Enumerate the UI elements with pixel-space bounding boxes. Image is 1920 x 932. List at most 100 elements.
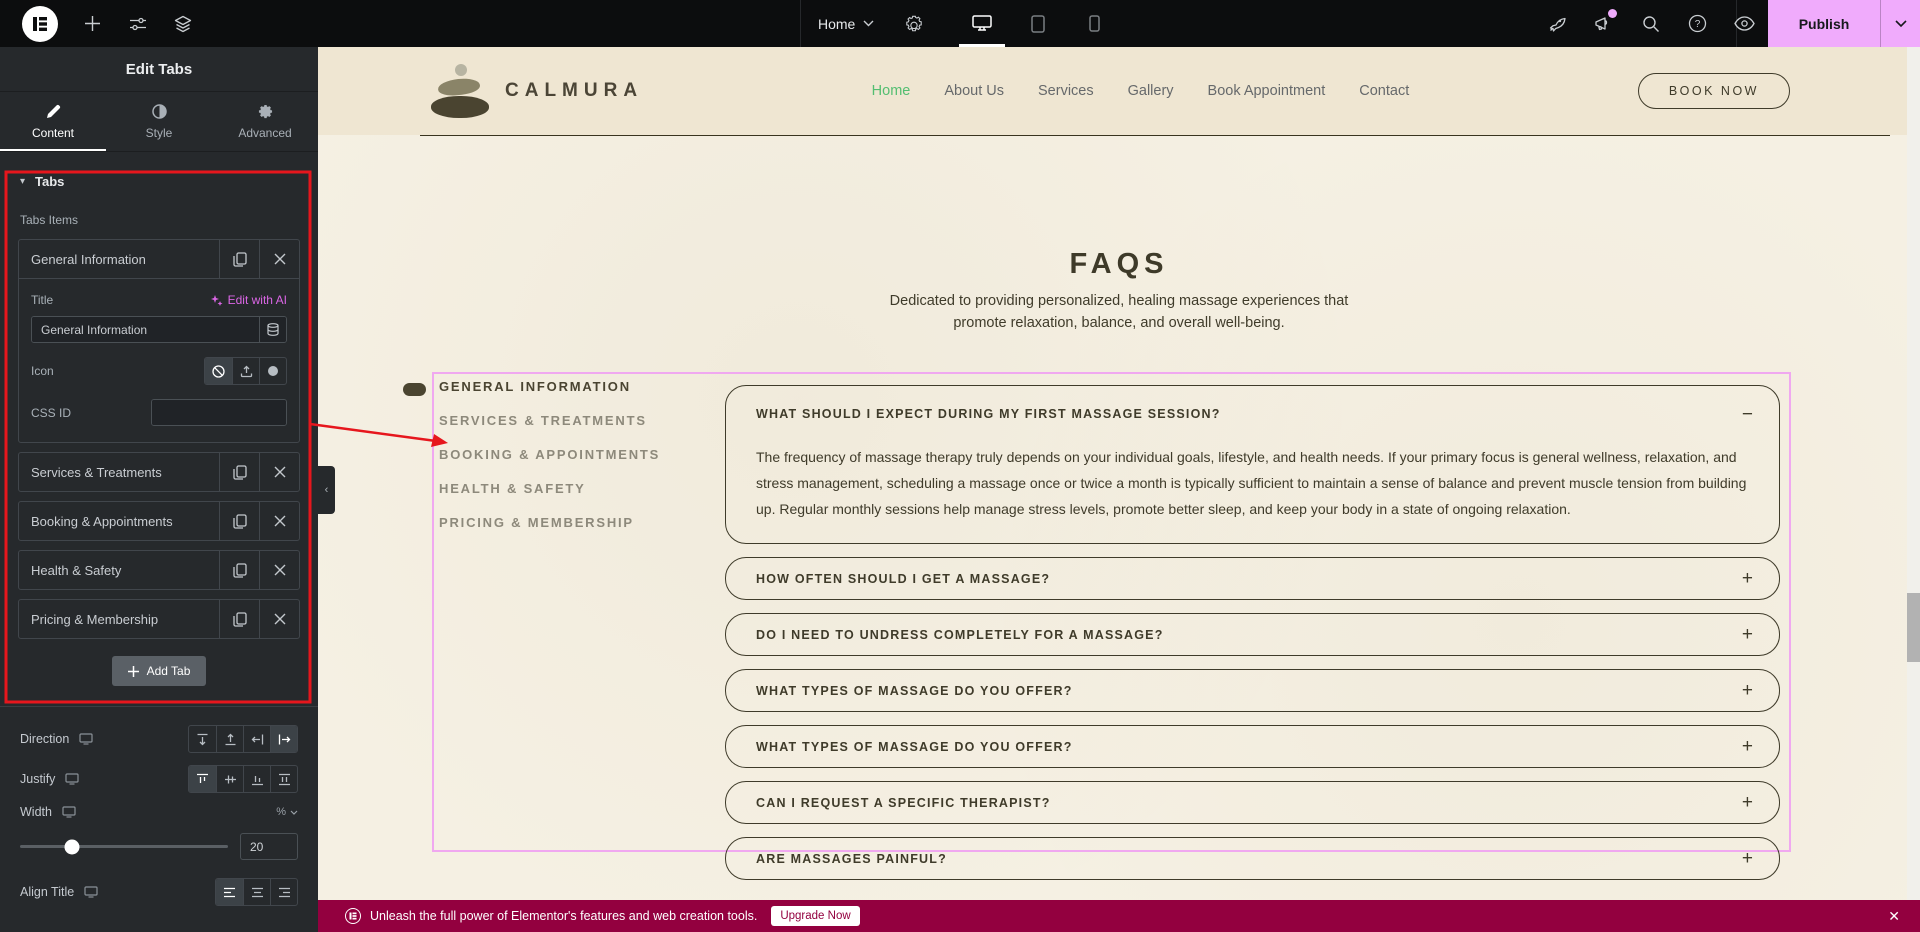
faq-question-row[interactable]: HOW OFTEN SHOULD I GET A MASSAGE? +: [726, 558, 1779, 599]
canvas-scrollbar-thumb[interactable]: [1907, 593, 1920, 662]
align-left-button[interactable]: [216, 879, 243, 905]
direction-left-button[interactable]: [270, 726, 297, 752]
device-mobile-button[interactable]: [1066, 0, 1122, 47]
duplicate-item-button[interactable]: [219, 551, 259, 589]
plus-icon[interactable]: +: [1742, 681, 1753, 700]
tab-content[interactable]: Content: [0, 92, 106, 151]
duplicate-item-button[interactable]: [219, 453, 259, 491]
faq-tab-services-treatments[interactable]: SERVICES & TREATMENTS: [439, 413, 660, 428]
width-slider[interactable]: [20, 839, 228, 854]
plus-icon[interactable]: +: [1742, 569, 1753, 588]
nav-gallery[interactable]: Gallery: [1128, 83, 1174, 99]
remove-item-button[interactable]: [259, 453, 299, 491]
duplicate-item-button[interactable]: [219, 240, 259, 278]
nav-about-us[interactable]: About Us: [944, 83, 1004, 99]
checklist-button[interactable]: [1533, 0, 1580, 47]
duplicate-item-button[interactable]: [219, 600, 259, 638]
database-icon: [267, 323, 279, 336]
icon-none-button[interactable]: [205, 358, 232, 384]
remove-item-button[interactable]: [259, 600, 299, 638]
width-unit-select[interactable]: %: [276, 806, 298, 818]
publish-options-button[interactable]: [1880, 0, 1920, 47]
repeater-item-label[interactable]: General Information: [19, 240, 219, 278]
faq-tab-health-safety[interactable]: HEALTH & SAFETY: [439, 481, 660, 496]
tab-style[interactable]: Style: [106, 92, 212, 151]
direction-bottom-button[interactable]: [216, 726, 243, 752]
faq-question-row[interactable]: WHAT TYPES OF MASSAGE DO YOU OFFER? +: [726, 670, 1779, 711]
panel-collapse-handle[interactable]: ‹: [318, 466, 335, 514]
remove-item-button[interactable]: [259, 551, 299, 589]
upgrade-now-button[interactable]: Upgrade Now: [771, 906, 860, 926]
whats-new-button[interactable]: [1580, 0, 1627, 47]
plus-icon[interactable]: +: [1742, 737, 1753, 756]
add-tab-button[interactable]: Add Tab: [111, 656, 207, 686]
width-value-input[interactable]: [241, 834, 297, 859]
copy-icon: [232, 562, 247, 578]
page-switcher[interactable]: Home: [800, 0, 892, 47]
faq-tab-booking-appointments[interactable]: BOOKING & APPOINTMENTS: [439, 447, 660, 462]
copy-icon: [232, 464, 247, 480]
dynamic-tags-button[interactable]: [259, 317, 286, 342]
justify-end-button[interactable]: [243, 766, 270, 792]
faq-question: WHAT SHOULD I EXPECT DURING MY FIRST MAS…: [756, 407, 1221, 421]
tabs-section-header[interactable]: ▾ Tabs: [0, 152, 318, 189]
justify-start-button[interactable]: [189, 766, 216, 792]
repeater-item-label[interactable]: Health & Safety: [19, 551, 219, 589]
canvas-scrollbar[interactable]: [1907, 47, 1920, 932]
book-now-button[interactable]: BOOK NOW: [1637, 73, 1790, 109]
site-brand[interactable]: CALMURA: [431, 62, 643, 120]
remove-item-button[interactable]: [259, 240, 299, 278]
tab-advanced[interactable]: Advanced: [212, 92, 318, 151]
faq-subtitle: Dedicated to providing personalized, hea…: [889, 293, 1349, 309]
help-button[interactable]: ?: [1674, 0, 1721, 47]
nav-home[interactable]: Home: [872, 83, 911, 99]
direction-right-button[interactable]: [243, 726, 270, 752]
nav-book-appointment[interactable]: Book Appointment: [1208, 83, 1326, 99]
nav-contact[interactable]: Contact: [1359, 83, 1409, 99]
device-tablet-button[interactable]: [1010, 0, 1066, 47]
plus-icon[interactable]: +: [1742, 793, 1753, 812]
minus-icon[interactable]: −: [1742, 405, 1753, 424]
repeater-item-pricing-membership: Pricing & Membership: [18, 599, 300, 639]
preview-button[interactable]: [1721, 0, 1768, 47]
align-center-button[interactable]: [243, 879, 270, 905]
repeater-item-label[interactable]: Booking & Appointments: [19, 502, 219, 540]
nav-services[interactable]: Services: [1038, 83, 1094, 99]
faq-question-row[interactable]: WHAT SHOULD I EXPECT DURING MY FIRST MAS…: [726, 386, 1779, 434]
css-id-input[interactable]: [152, 400, 286, 425]
direction-top-button[interactable]: [189, 726, 216, 752]
edit-with-ai-button[interactable]: Edit with AI: [210, 293, 287, 307]
faq-tab-pricing-membership[interactable]: PRICING & MEMBERSHIP: [439, 515, 660, 530]
remove-item-button[interactable]: [259, 502, 299, 540]
justify-stretch-button[interactable]: [270, 766, 297, 792]
tab-title-input[interactable]: [32, 317, 259, 342]
plus-icon[interactable]: +: [1742, 625, 1753, 644]
repeater-item-label[interactable]: Services & Treatments: [19, 453, 219, 491]
widget-drag-handle[interactable]: [403, 383, 426, 396]
section-divider: [420, 135, 1890, 136]
banner-close-button[interactable]: ✕: [1888, 900, 1900, 932]
justify-center-button[interactable]: [216, 766, 243, 792]
duplicate-item-button[interactable]: [219, 502, 259, 540]
faq-tab-general-information[interactable]: GENERAL INFORMATION: [439, 379, 660, 394]
width-slider-handle[interactable]: [64, 839, 80, 854]
elementor-logo[interactable]: [22, 6, 58, 42]
align-right-button[interactable]: [270, 879, 297, 905]
faq-accordion: WHAT SHOULD I EXPECT DURING MY FIRST MAS…: [725, 385, 1780, 880]
page-settings-button[interactable]: [892, 0, 936, 47]
finder-button[interactable]: [1627, 0, 1674, 47]
faq-question-row[interactable]: WHAT TYPES OF MASSAGE DO YOU OFFER? +: [726, 726, 1779, 767]
faq-question-row[interactable]: DO I NEED TO UNDRESS COMPLETELY FOR A MA…: [726, 614, 1779, 655]
faq-question-row[interactable]: ARE MASSAGES PAINFUL? +: [726, 838, 1779, 879]
plus-icon[interactable]: +: [1742, 849, 1753, 868]
repeater-item-label[interactable]: Pricing & Membership: [19, 600, 219, 638]
site-settings-button[interactable]: [115, 0, 160, 47]
add-element-button[interactable]: [70, 0, 115, 47]
faq-item: HOW OFTEN SHOULD I GET A MASSAGE? +: [725, 557, 1780, 600]
publish-button[interactable]: Publish: [1768, 0, 1880, 47]
device-desktop-button[interactable]: [954, 0, 1010, 47]
icon-upload-button[interactable]: [232, 358, 259, 384]
faq-question-row[interactable]: CAN I REQUEST A SPECIFIC THERAPIST? +: [726, 782, 1779, 823]
structure-button[interactable]: [160, 0, 205, 47]
icon-library-button[interactable]: [259, 358, 286, 384]
